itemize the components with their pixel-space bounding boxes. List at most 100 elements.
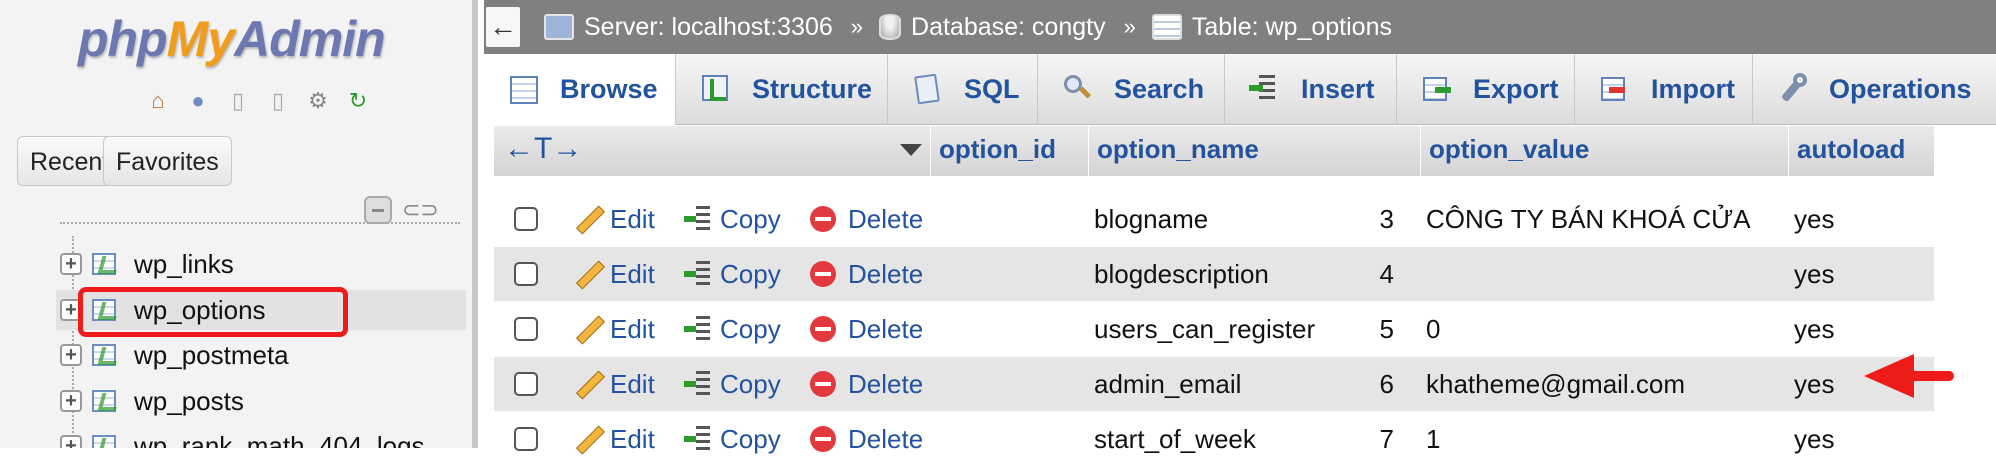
expand-icon[interactable]: +: [60, 253, 82, 275]
edit-link[interactable]: Edit: [576, 247, 655, 301]
database-icon: [879, 14, 902, 40]
delete-link[interactable]: Delete: [810, 412, 923, 466]
table-structure-icon[interactable]: [90, 296, 120, 324]
edit-label: Edit: [610, 368, 655, 399]
delete-label: Delete: [848, 423, 924, 454]
browse-icon: [508, 74, 540, 106]
column-toggle-arrows[interactable]: ←T→: [504, 126, 582, 176]
edit-label: Edit: [610, 258, 655, 289]
delete-link[interactable]: Delete: [810, 357, 923, 411]
copy-link[interactable]: Copy: [684, 357, 781, 411]
tab-sql[interactable]: SQL: [888, 54, 1038, 124]
pencil-icon: [576, 371, 602, 397]
tree-item-wp-options[interactable]: + wp_options: [56, 290, 466, 330]
copy-link[interactable]: Copy: [684, 412, 781, 466]
collapse-all-icon[interactable]: [364, 196, 392, 224]
cell-option-name: blogdescription: [1094, 259, 1269, 289]
row-checkbox[interactable]: [514, 207, 538, 231]
tree-item-label[interactable]: wp_links: [134, 249, 234, 280]
docs-icon[interactable]: ▯: [223, 86, 253, 116]
table-structure-icon[interactable]: [90, 250, 120, 278]
tree-item-wp-rank-math-404-logs[interactable]: + wp_rank_math_404_logs: [56, 426, 466, 448]
tree-item-label[interactable]: wp_postmeta: [134, 340, 289, 371]
server-icon: [544, 14, 574, 40]
row-checkbox[interactable]: [514, 317, 538, 341]
copy-label: Copy: [720, 368, 781, 399]
table-structure-icon[interactable]: [90, 341, 120, 369]
breadcrumb-database[interactable]: Database: congty: [911, 13, 1106, 42]
tab-search[interactable]: Search: [1038, 54, 1225, 124]
copy-link[interactable]: Copy: [684, 192, 781, 246]
edit-link[interactable]: Edit: [576, 412, 655, 466]
copy-link[interactable]: Copy: [684, 247, 781, 301]
tree-item-label[interactable]: wp_posts: [134, 386, 244, 417]
column-header-option-id[interactable]: option_id: [930, 126, 1088, 176]
edit-link[interactable]: Edit: [576, 357, 655, 411]
favorites-button[interactable]: Favorites: [103, 136, 232, 186]
pencil-icon: [576, 206, 602, 232]
edit-link[interactable]: Edit: [576, 302, 655, 356]
column-header-autoload[interactable]: autoload: [1788, 126, 1934, 176]
pencil-icon: [576, 261, 602, 287]
breadcrumb-table[interactable]: Table: wp_options: [1192, 13, 1392, 42]
import-icon: [1599, 73, 1631, 105]
tab-insert[interactable]: Insert: [1225, 54, 1397, 124]
row-checkbox[interactable]: [514, 427, 538, 451]
home-icon[interactable]: ⌂: [143, 86, 173, 116]
edit-link[interactable]: Edit: [576, 192, 655, 246]
phpmyadmin-logo[interactable]: phpMyAdmin: [78, 10, 386, 68]
copy-icon: [684, 260, 712, 288]
table-row[interactable]: Edit Copy Delete 7 start_of_week 1 yes: [494, 412, 1934, 466]
tab-structure[interactable]: Structure: [676, 54, 888, 124]
sort-dropdown-icon[interactable]: [900, 144, 922, 156]
tab-label: Structure: [752, 73, 873, 104]
tab-label: Search: [1114, 73, 1205, 104]
table-row[interactable]: Edit Copy Delete 3 blogname CÔNG TY BÁN KHOÁ …: [494, 192, 1934, 246]
delete-label: Delete: [848, 258, 924, 289]
cell-option-name: admin_email: [1094, 369, 1242, 399]
tree-item-wp-postmeta[interactable]: + wp_postmeta: [56, 335, 466, 375]
sql-icon: [912, 73, 944, 105]
copy-label: Copy: [720, 423, 781, 454]
docs-pages-icon[interactable]: ▯: [263, 86, 293, 116]
cell-option-value: CÔNG TY BÁN KHOÁ CỬA: [1426, 204, 1751, 234]
column-header-option-name[interactable]: option_name: [1088, 126, 1420, 176]
table-tabs: Browse Structure SQL Search Insert Expor…: [484, 54, 1996, 125]
breadcrumb-server[interactable]: Server: localhost:3306: [584, 13, 833, 42]
table-row[interactable]: Edit Copy Delete 4 blogdescription yes: [494, 247, 1934, 301]
tree-item-label[interactable]: wp_rank_math_404_logs: [134, 431, 425, 449]
cell-autoload: yes: [1794, 424, 1835, 454]
tree-item-wp-links[interactable]: + wp_links: [56, 244, 466, 284]
column-header-option-value[interactable]: option_value: [1420, 126, 1788, 176]
logout-icon[interactable]: ●: [183, 86, 213, 116]
back-arrow-button[interactable]: ←: [486, 7, 520, 47]
delete-link[interactable]: Delete: [810, 192, 923, 246]
tree-item-wp-posts[interactable]: + wp_posts: [56, 381, 466, 421]
table-row[interactable]: Edit Copy Delete 5 users_can_register 0 yes: [494, 302, 1934, 356]
table-structure-icon[interactable]: [90, 387, 120, 415]
row-checkbox[interactable]: [514, 262, 538, 286]
expand-icon[interactable]: +: [60, 299, 82, 321]
link-with-main-icon[interactable]: ⊂⊃: [402, 199, 439, 221]
expand-icon[interactable]: +: [60, 390, 82, 412]
expand-icon[interactable]: +: [60, 435, 82, 448]
settings-gear-icon[interactable]: ⚙: [303, 86, 333, 116]
tab-operations[interactable]: Operations: [1753, 54, 1996, 124]
tab-import[interactable]: Import: [1575, 54, 1753, 124]
tab-browse[interactable]: Browse: [484, 54, 676, 125]
table-structure-icon[interactable]: [90, 432, 120, 448]
expand-icon[interactable]: +: [60, 344, 82, 366]
cell-autoload: yes: [1794, 314, 1835, 344]
delete-link[interactable]: Delete: [810, 247, 923, 301]
tab-label: Import: [1651, 73, 1735, 104]
edit-label: Edit: [610, 423, 655, 454]
tree-item-label[interactable]: wp_options: [134, 295, 266, 326]
delete-link[interactable]: Delete: [810, 302, 923, 356]
table-row[interactable]: Edit Copy Delete 6 admin_email khatheme@gmail…: [494, 357, 1934, 411]
copy-link[interactable]: Copy: [684, 302, 781, 356]
tab-export[interactable]: Export: [1397, 54, 1575, 124]
reload-icon[interactable]: ↻: [343, 86, 373, 116]
row-checkbox[interactable]: [514, 372, 538, 396]
scrolled-row-remnant: [494, 176, 1934, 192]
copy-label: Copy: [720, 203, 781, 234]
